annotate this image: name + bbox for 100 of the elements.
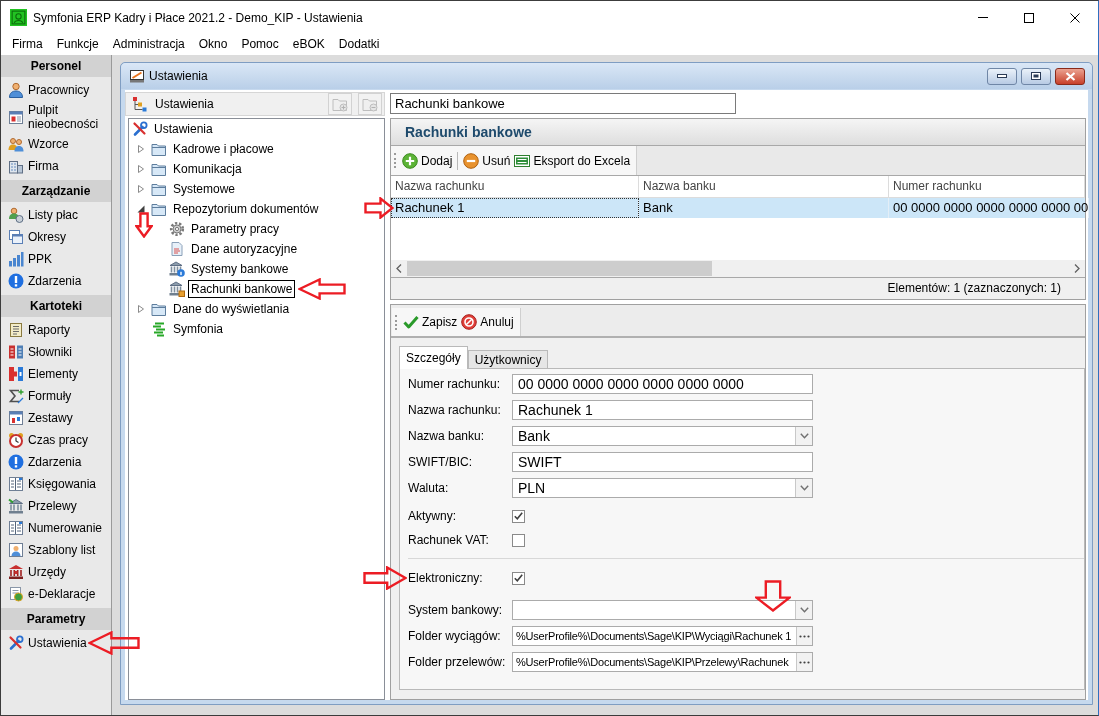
child-window-title: Ustawienia [149,69,208,83]
menu-item[interactable]: Firma [5,34,50,55]
field-label: Rachunek VAT: [408,533,489,547]
sidebar-item[interactable]: PPK [8,251,52,267]
tree-item[interactable]: Systemowe [170,180,239,198]
restore-button[interactable] [1021,67,1051,85]
toolbar-button[interactable]: Usuń [461,150,513,171]
sidebar-item[interactable]: Firma [8,158,59,174]
tab[interactable]: Szczegóły [399,346,468,369]
toolbar-button[interactable]: Zapisz [401,312,460,332]
tree-item[interactable]: Kadrowe i płacowe [170,140,277,158]
sidebar-item[interactable]: Zdarzenia [8,454,82,470]
exclamation-icon [8,273,24,289]
tree-item[interactable]: Systemy bankowe [188,260,292,278]
checkbox[interactable] [512,533,525,547]
checkbox[interactable] [512,509,525,523]
remove-icon [463,152,480,169]
menu-item[interactable]: Pomoc [234,34,286,55]
sidebar-item[interactable]: Zdarzenia [8,273,82,289]
dropdown-button[interactable] [795,601,812,619]
toolbar-button[interactable]: Dodaj [400,150,455,171]
menu-item[interactable]: Dodatki [331,34,387,55]
menu-item[interactable]: Funkcje [49,34,106,55]
column-header[interactable]: Numer rachunku [889,176,1085,197]
sidebar-item[interactable]: Pracownicy [8,82,90,98]
books-icon [8,344,24,360]
sidebar-item[interactable]: e-Deklaracje [8,586,96,602]
minimize-icon [997,74,1007,78]
text-field[interactable]: 00 0000 0000 0000 0000 0000 0000 [512,374,813,394]
sidebar-item[interactable]: Numerowanie [8,520,103,536]
sidebar-item[interactable]: Okresy [8,229,66,245]
menu-item[interactable]: eBOK [285,34,332,55]
tree-item[interactable]: Dane do wyświetlania [170,300,293,318]
menu-item[interactable]: Administracja [105,34,192,55]
table-chart-icon [8,410,24,426]
combo-box[interactable]: Bank [512,426,813,446]
checkbox[interactable] [512,571,525,585]
sidebar-item[interactable]: Słowniki [8,344,72,360]
table-cell: Bank [639,198,889,218]
checkmark-icon [514,574,523,582]
folder-icon [151,301,167,317]
expander-icon[interactable] [137,205,145,213]
tree-item[interactable]: Dane autoryzacyjne [188,240,301,258]
people-icon [8,136,24,152]
tree-item[interactable]: Parametry pracy [188,220,283,238]
folder-add-icon [332,96,348,112]
folder-icon [151,201,167,217]
hierarchy-icon [132,96,148,112]
combo-box[interactable] [512,600,813,620]
menu-item[interactable]: Okno [191,34,235,55]
sidebar-item[interactable]: Pulpit nieobecności [8,103,108,131]
sidebar-item[interactable]: Urzędy [8,564,66,580]
table-cell: 00 0000 0000 0000 0000 0000 00 [889,198,1090,218]
tree-item[interactable]: Rachunki bankowe [188,280,296,298]
text-field[interactable]: SWIFT [512,452,813,472]
checkmark-icon [403,314,419,330]
tree-item[interactable]: Repozytorium dokumentów [170,200,322,218]
sidebar-item[interactable]: Szablony list [8,542,96,558]
sidebar-item[interactable]: Raporty [8,322,71,338]
combo-box[interactable]: PLN [512,478,813,498]
maximize-icon [1024,12,1034,23]
field-label: Elektroniczny: [408,571,483,585]
sidebar-section-title: Zarządzanie [1,180,111,202]
window-title: Symfonia ERP Kadry i Płace 2021.2 - Demo_KIP - Ustawienia [33,10,363,25]
minimize-button[interactable] [987,67,1017,85]
tab[interactable]: Użytkownicy [467,350,549,368]
browse-button[interactable] [796,627,812,645]
close-icon [1070,12,1080,23]
tree-item[interactable]: Ustawienia [151,120,216,138]
column-header[interactable]: Nazwa banku [639,176,889,197]
search-field[interactable]: Rachunki bankowe [390,93,736,114]
close-button[interactable] [1055,67,1085,85]
browse-button[interactable] [796,653,812,671]
chevron-down-icon [799,485,809,491]
tree-item[interactable]: Symfonia [170,320,227,338]
sidebar-section-title: Parametry [1,608,111,630]
tree-item[interactable]: Komunikacja [170,160,245,178]
text-field[interactable]: Rachunek 1 [512,400,813,420]
dropdown-button[interactable] [795,427,812,445]
cancel-icon [461,314,478,330]
sidebar-item[interactable]: Czas pracy [8,432,89,448]
toolbar-button[interactable]: Eksport do Excela [512,150,633,171]
sidebar-item[interactable]: Elementy [8,366,79,382]
gear-icon [169,221,185,237]
sidebar-item[interactable]: Księgowania [8,476,97,492]
path-field[interactable]: %UserProfile%\Documents\Sage\KIP\Przelewy\Rachunek [512,652,813,672]
sidebar-item[interactable]: Formuły [8,388,72,404]
chevron-down-icon [799,433,809,439]
toolbar-button[interactable]: Anuluj [459,312,516,332]
column-header[interactable]: Nazwa rachunku [391,176,639,197]
sidebar-item[interactable]: Przelewy [8,498,77,514]
dropdown-button[interactable] [795,479,812,497]
scrollbar-thumb[interactable] [407,261,712,276]
sidebar-item[interactable]: Zestawy [8,410,73,426]
path-field[interactable]: %UserProfile%\Documents\Sage\KIP\Wyciągi\Rachunek 1 [512,626,813,646]
sidebar-item[interactable]: Wzorce [8,136,69,152]
horizontal-scrollbar[interactable] [391,260,1085,277]
sidebar-item[interactable]: Ustawienia [8,635,87,651]
field-label: Nazwa banku: [408,429,485,443]
sidebar-item[interactable]: Listy płac [8,207,79,223]
